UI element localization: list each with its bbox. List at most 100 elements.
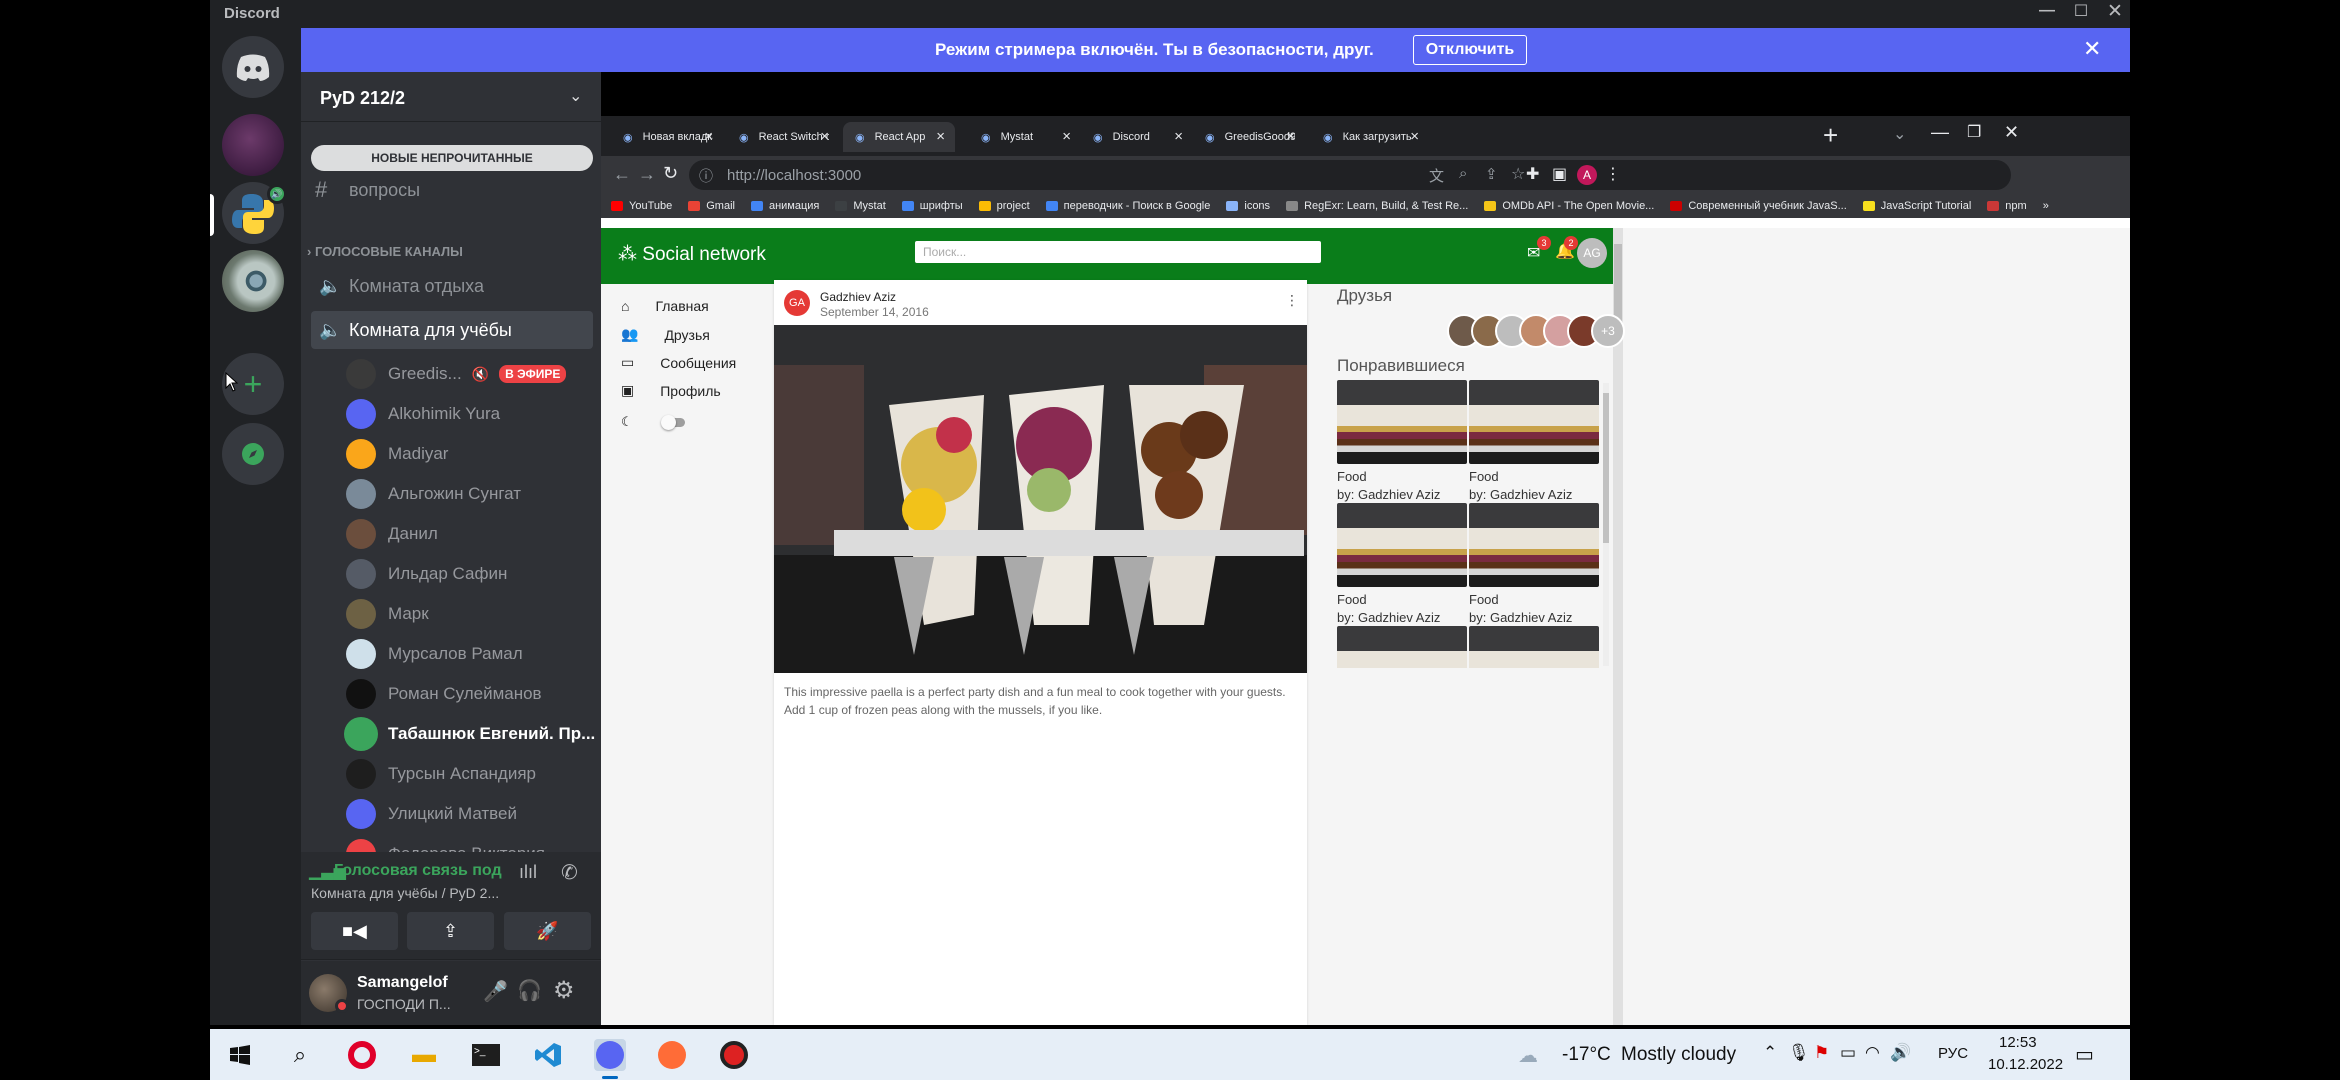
server-icon-1[interactable]	[222, 114, 284, 176]
home-button[interactable]	[222, 36, 284, 98]
browser-tab[interactable]: ◉ React Switch compon×	[727, 122, 839, 152]
theme-toggle[interactable]	[661, 415, 685, 430]
disable-streamer-button[interactable]: Отключить	[1413, 35, 1527, 65]
microphone-icon[interactable]: 🎙	[1788, 1043, 1810, 1063]
brand[interactable]: ⁂ Social network	[618, 243, 766, 266]
bookmark-item[interactable]: анимация	[750, 200, 819, 212]
voice-category[interactable]: › ГОЛОСОВЫЕ КАНАЛЫ	[307, 244, 463, 259]
sidebar-icon[interactable]: ▣	[1552, 164, 1567, 184]
author-avatar[interactable]: GA	[784, 290, 810, 316]
tab-close-icon[interactable]: ×	[936, 128, 945, 145]
menu-friends[interactable]: 👥 Друзья	[621, 326, 710, 343]
search-input[interactable]: Поиск...	[915, 241, 1321, 263]
browser-tab[interactable]: ◉ Новая вкладка ×	[611, 122, 723, 152]
flag-icon[interactable]: ⚑	[1814, 1043, 1829, 1063]
stream-view[interactable]: ◉Новая вкладка×◉React Switch compon×◉Rea…	[601, 72, 2130, 1025]
voice-member[interactable]: Марк🔇	[346, 594, 636, 634]
voice-location[interactable]: Комната для учёбы / PyD 2...	[311, 885, 499, 901]
translate-icon[interactable]: 文	[1429, 165, 1444, 186]
bookmark-item[interactable]: шрифты	[901, 200, 963, 212]
liked-thumbnail[interactable]	[1469, 626, 1599, 668]
bookmark-star-icon[interactable]: ☆	[1511, 164, 1525, 184]
extensions-icon[interactable]: ✚	[1526, 164, 1539, 184]
tab-close-icon[interactable]: ×	[1410, 128, 1419, 145]
menu-messages[interactable]: ▭ Сообщения	[621, 354, 736, 371]
new-tab-icon[interactable]: +	[1823, 120, 1838, 151]
new-unreads-pill[interactable]: НОВЫЕ НЕПРОЧИТАННЫЕ	[311, 145, 593, 171]
profile-avatar[interactable]: A	[1577, 165, 1597, 185]
disconnect-icon[interactable]: ✆	[561, 860, 578, 885]
browser-tab[interactable]: ◉ Mystat ×	[969, 122, 1081, 152]
notifications-icon[interactable]: ▭	[2075, 1042, 2094, 1067]
browser-tab[interactable]: ◉ Discord ×	[1081, 122, 1193, 152]
explore-servers-icon[interactable]	[222, 423, 284, 485]
clock-date[interactable]: 10.12.2022	[1988, 1056, 2063, 1073]
voice-channel-study[interactable]: 🔈 Комната для учёбы	[311, 311, 593, 349]
voice-member[interactable]: Альгожин Сунгат🔇	[346, 474, 636, 514]
share-icon[interactable]: ⇪	[1485, 165, 1498, 183]
terminal-icon[interactable]: >_	[470, 1039, 502, 1071]
wifi-icon[interactable]: ◠	[1865, 1043, 1880, 1063]
windows-start-icon[interactable]	[224, 1039, 256, 1071]
server-header[interactable]: PyD 212/2 ⌄	[301, 72, 601, 122]
post-menu-icon[interactable]: ⋮	[1285, 292, 1299, 309]
opera-icon[interactable]	[346, 1039, 378, 1071]
bookmark-item[interactable]: icons	[1226, 200, 1270, 212]
user-avatar[interactable]: AG	[1577, 238, 1607, 268]
headphones-icon[interactable]: 🎧	[517, 978, 542, 1003]
voice-member[interactable]: Улицкий Матвей🔇	[346, 794, 636, 834]
liked-thumbnail[interactable]	[1337, 626, 1467, 668]
zoom-icon[interactable]: ⌕	[1459, 165, 1467, 182]
volume-icon[interactable]: 🔊	[1890, 1043, 1911, 1063]
bookmark-item[interactable]: YouTube	[611, 200, 672, 212]
voice-member[interactable]: Alkohimik Yura🔇	[346, 394, 636, 434]
tab-close-icon[interactable]: ×	[1062, 128, 1071, 145]
voice-member[interactable]: Роман Сулейманов🔇	[346, 674, 636, 714]
battery-icon[interactable]: ▭	[1840, 1043, 1856, 1063]
maximize-icon[interactable]: ☐	[2069, 1, 2093, 21]
bookmark-item[interactable]: JavaScript Tutorial	[1862, 200, 1971, 212]
server-icon-3[interactable]	[222, 250, 284, 312]
voice-member[interactable]: Ильдар Сафин🔇	[346, 554, 636, 594]
discord-taskbar-icon[interactable]	[594, 1039, 626, 1071]
menu-home[interactable]: ⌂ Главная	[621, 298, 709, 314]
back-icon[interactable]: ←	[613, 164, 631, 185]
reload-icon[interactable]: ↻	[663, 163, 678, 184]
voice-member[interactable]: Данил🔇	[346, 514, 636, 554]
minimize-icon[interactable]: —	[1931, 122, 1949, 143]
chevron-down-icon[interactable]: ⌄	[569, 86, 582, 106]
tab-close-icon[interactable]: ×	[820, 128, 829, 145]
forward-icon[interactable]: →	[638, 164, 656, 185]
voice-member[interactable]: Табашнюк Евгений. Пр...🔇	[346, 714, 636, 754]
browser-tab[interactable]: ◉ React App ×	[843, 122, 955, 152]
restore-icon[interactable]: ❐	[1967, 122, 1981, 142]
bookmark-item[interactable]: OMDb API - The Open Movie...	[1484, 200, 1654, 212]
voice-status[interactable]: Голосовая связь под	[334, 862, 502, 880]
post-author[interactable]: Gadzhiev Aziz	[820, 290, 896, 304]
minimize-icon[interactable]: —	[2035, 2, 2059, 20]
mute-icon[interactable]: 🎤	[483, 979, 508, 1004]
liked-thumbnail[interactable]	[1469, 380, 1599, 464]
bookmarks-overflow-icon[interactable]: »	[2043, 200, 2049, 212]
search-icon[interactable]: ⌕	[284, 1039, 316, 1071]
app-icon[interactable]	[718, 1039, 750, 1071]
browser-tab[interactable]: ◉ GreedisGood93/Diplo×	[1193, 122, 1305, 152]
close-icon[interactable]: ✕	[2004, 122, 2019, 143]
address-bar[interactable]: ⓘ http://localhost:3000 文 ⌕ ⇪ ☆	[689, 160, 2011, 190]
tab-close-icon[interactable]: ×	[1286, 128, 1295, 145]
bookmark-item[interactable]: project	[978, 200, 1030, 212]
liked-thumbnail[interactable]	[1469, 503, 1599, 587]
voice-member[interactable]: Greedis... 🔇 В ЭФИРЕ	[346, 354, 636, 394]
clock-time[interactable]: 12:53	[1999, 1034, 2037, 1051]
tab-close-icon[interactable]: ×	[704, 128, 713, 145]
browser-tab[interactable]: ◉ Как загрузить сущес×	[1311, 122, 1429, 152]
voice-channel-rest[interactable]: 🔈 Комната отдыха	[311, 269, 593, 303]
gear-icon[interactable]: ⚙	[553, 976, 575, 1005]
bookmark-item[interactable]: переводчик - Поиск в Google	[1045, 200, 1210, 212]
screen-share-button[interactable]: ⇪	[407, 912, 494, 950]
postman-icon[interactable]	[656, 1039, 688, 1071]
liked-scrollbar[interactable]	[1603, 383, 1609, 666]
bookmark-item[interactable]: Современный учебник JavaS...	[1670, 200, 1847, 212]
bookmark-item[interactable]: RegExr: Learn, Build, & Test Re...	[1286, 200, 1468, 212]
menu-profile[interactable]: ▣ Профиль	[621, 382, 721, 399]
